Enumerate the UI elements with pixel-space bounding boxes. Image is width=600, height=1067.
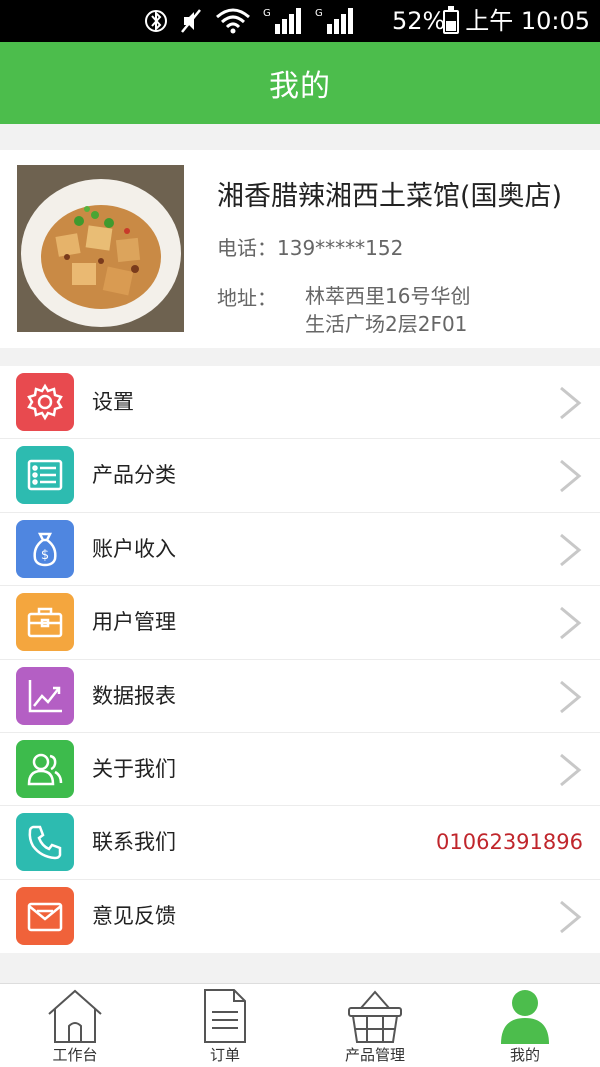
store-address: 林萃西里16号华创 生活广场2层2F01 [305, 282, 545, 338]
status-icons: G G [145, 6, 355, 36]
list-icon [16, 446, 74, 505]
address-line-1: 林萃西里16号华创 [305, 284, 471, 308]
svg-text:G: G [263, 8, 271, 19]
menu-list: 设置 产品分类 $ 账户收入 用户管理 数据报表 关于我们 联系我们 01062… [0, 366, 600, 954]
app-header: 我的 [0, 42, 600, 124]
menu-item-settings[interactable]: 设置 [0, 366, 600, 440]
tab-orders[interactable]: 订单 [150, 984, 300, 1067]
store-name: 湘香腊辣湘西土菜馆(国奥店) [217, 181, 563, 212]
user-icon [501, 990, 549, 1044]
menu-item-data-report[interactable]: 数据报表 [0, 660, 600, 733]
menu-item-about-us[interactable]: 关于我们 [0, 733, 600, 807]
chevron-right-icon [560, 753, 582, 787]
status-bar: G G 52% 上午 10:05 [0, 0, 600, 42]
people-icon [16, 739, 74, 798]
chevron-right-icon [560, 386, 582, 420]
chevron-right-icon [560, 680, 582, 713]
tab-label: 产品管理 [344, 1046, 405, 1064]
tab-workbench[interactable]: 工作台 [0, 984, 150, 1067]
tab-label: 订单 [209, 1046, 240, 1064]
menu-label: 联系我们 [92, 830, 176, 855]
money-bag-icon: $ [16, 519, 74, 578]
page-title: 我的 [269, 69, 331, 104]
battery-icon [443, 6, 459, 34]
gear-icon [16, 373, 74, 431]
menu-label: 数据报表 [92, 683, 176, 708]
mute-icon [179, 7, 203, 35]
briefcase-icon [16, 593, 74, 652]
document-icon [204, 989, 246, 1043]
bluetooth-icon [145, 7, 167, 35]
signal-icon: G [315, 6, 355, 36]
store-phone: 电话：139*****152 [217, 236, 404, 260]
store-card[interactable]: 湘香腊辣湘西土菜馆(国奥店) 电话：139*****152 地址： 林萃西里16… [0, 150, 600, 348]
wifi-icon [215, 7, 251, 35]
chevron-right-icon [560, 607, 582, 640]
menu-item-contact-us[interactable]: 联系我们 01062391896 [0, 806, 600, 880]
menu-label: 意见反馈 [92, 903, 176, 928]
chevron-right-icon [560, 460, 582, 493]
contact-phone-number[interactable]: 01062391896 [436, 806, 583, 879]
menu-label: 账户收入 [92, 536, 176, 561]
clock: 上午 10:05 [465, 7, 590, 35]
chevron-right-icon [560, 900, 582, 933]
envelope-icon [16, 886, 74, 945]
menu-item-account-income[interactable]: $ 账户收入 [0, 513, 600, 587]
menu-label: 用户管理 [92, 610, 176, 635]
menu-item-feedback[interactable]: 意见反馈 [0, 880, 600, 953]
tab-label: 我的 [509, 1046, 540, 1064]
address-line-2: 生活广场2层2F01 [305, 312, 468, 336]
menu-label: 产品分类 [92, 463, 176, 488]
address-label: 地址： [217, 286, 277, 310]
menu-item-product-category[interactable]: 产品分类 [0, 439, 600, 513]
chart-icon [16, 666, 74, 725]
tab-mine[interactable]: 我的 [450, 984, 600, 1067]
svg-text:$: $ [41, 548, 49, 563]
store-photo [17, 165, 184, 332]
tab-product-management[interactable]: 产品管理 [300, 984, 450, 1067]
menu-label: 设置 [92, 390, 134, 414]
battery-percent: 52% [392, 7, 446, 35]
bottom-tab-bar: 工作台 订单 产品管理 我的 [0, 983, 600, 1067]
menu-item-user-management[interactable]: 用户管理 [0, 586, 600, 660]
home-icon [48, 989, 102, 1043]
menu-label: 关于我们 [92, 756, 176, 781]
chevron-right-icon [560, 533, 582, 566]
signal-icon: G [263, 6, 303, 36]
svg-text:G: G [315, 8, 323, 19]
phone-icon [16, 813, 74, 872]
basket-icon [348, 990, 402, 1043]
tab-label: 工作台 [52, 1046, 98, 1064]
